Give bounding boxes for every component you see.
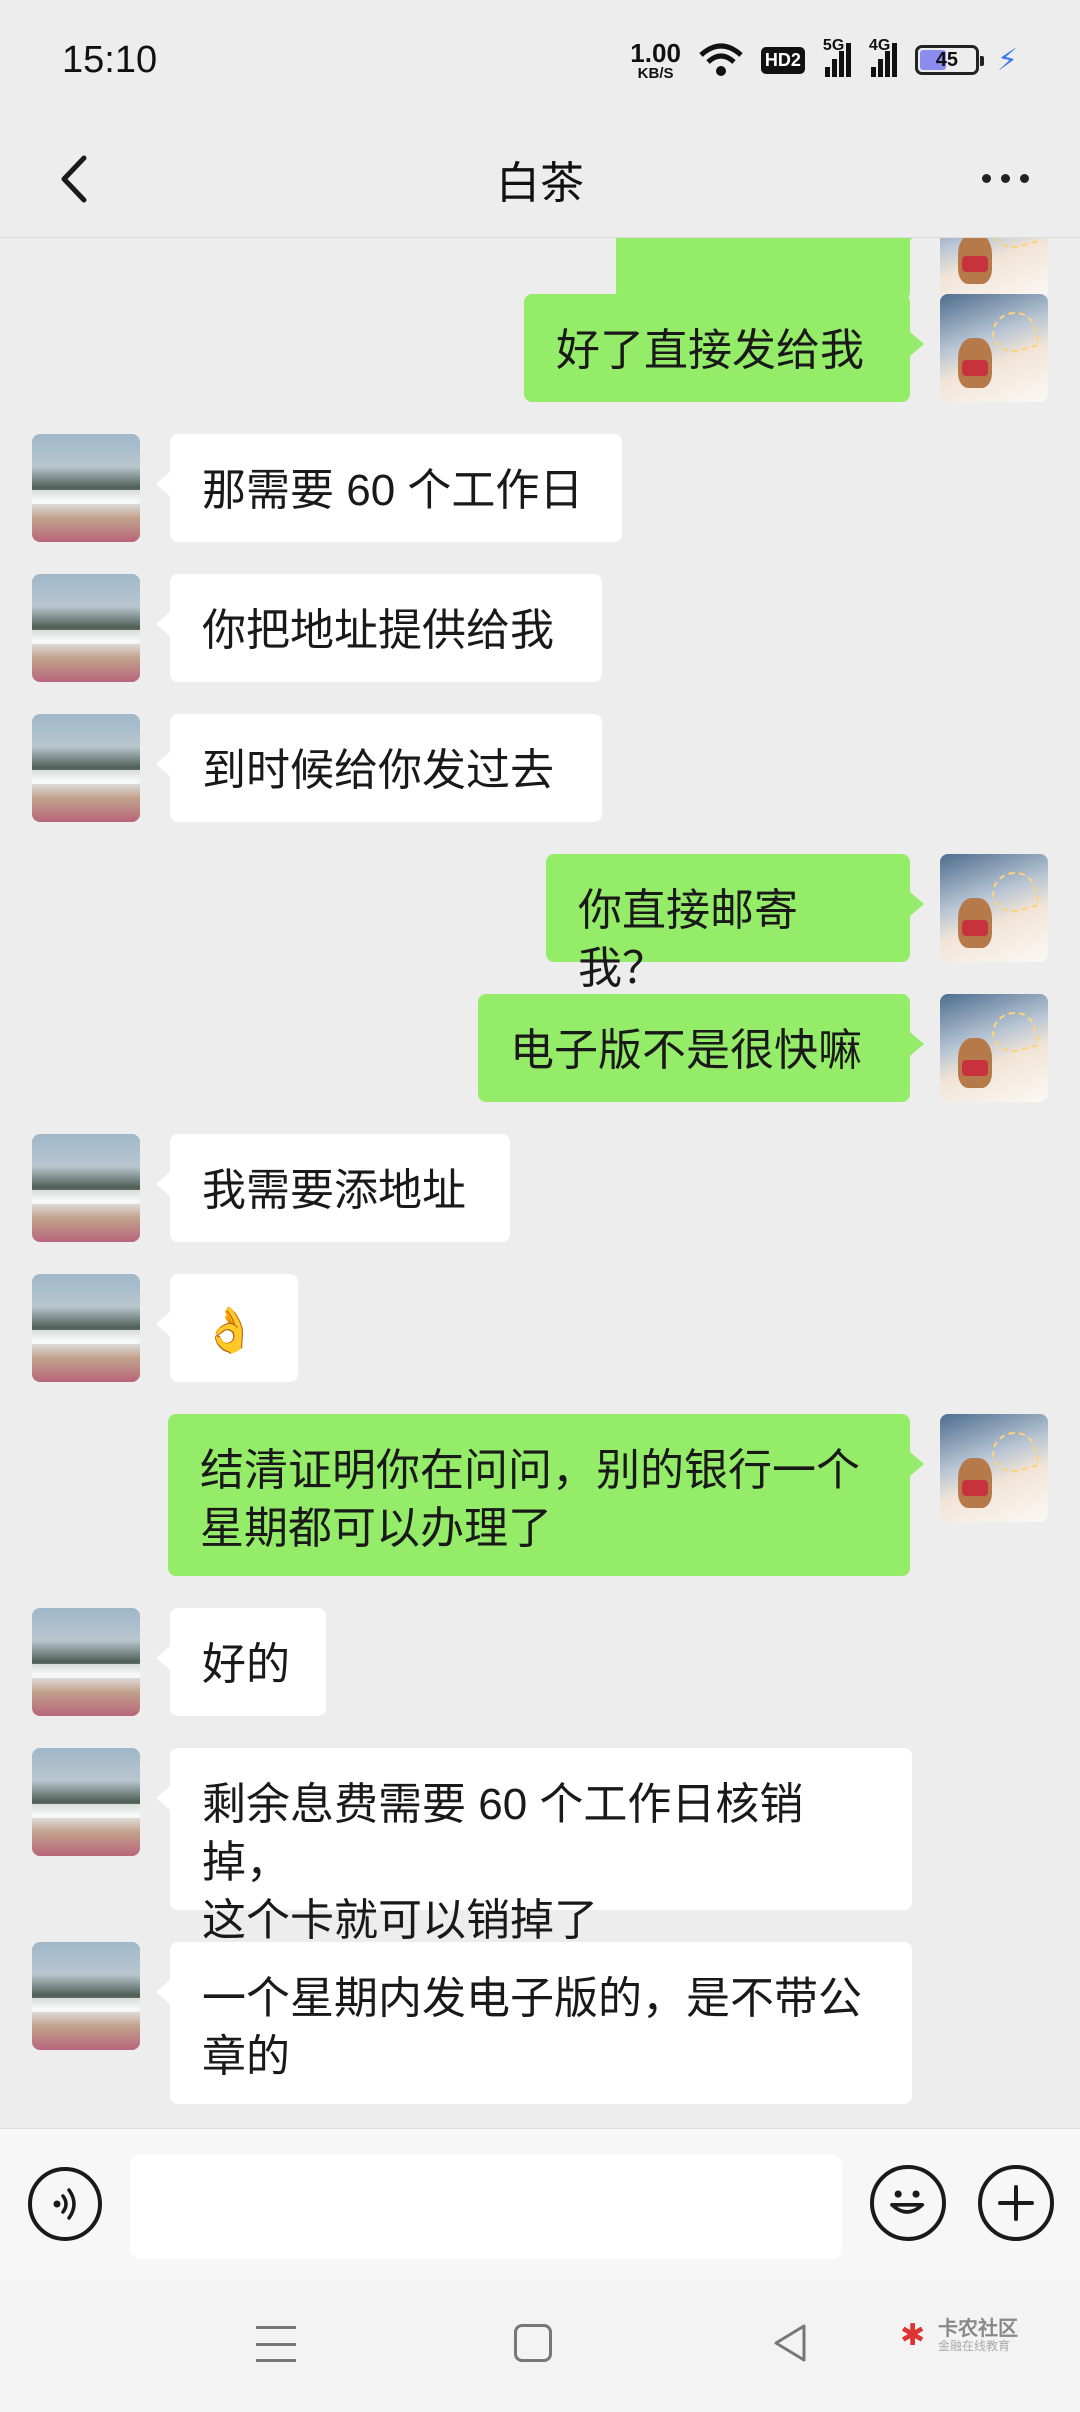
- my-avatar[interactable]: [940, 854, 1048, 962]
- voice-input-button[interactable]: [28, 2167, 102, 2241]
- hd-voice-icon: HD2: [760, 46, 805, 74]
- home-button[interactable]: [514, 2324, 552, 2362]
- more-functions-button[interactable]: [978, 2165, 1054, 2241]
- message-bubble-received[interactable]: 你把地址提供给我: [156, 574, 602, 682]
- message-bubble-sent[interactable]: [616, 238, 924, 300]
- message-bubble-received[interactable]: 剩余息费需要 60 个工作日核销掉， 这个卡就可以销掉了: [156, 1748, 912, 1945]
- message-bubble-received[interactable]: 👌: [156, 1274, 298, 1382]
- message-bubble-sent[interactable]: 你直接邮寄我？: [546, 854, 924, 993]
- recent-apps-button[interactable]: [256, 2326, 296, 2362]
- contact-avatar[interactable]: [32, 1942, 140, 2050]
- status-icons: 1.00 KB/S HD2 5G 4G 45 ⚡: [630, 37, 1018, 81]
- system-nav-bar: ✱ 卡农社区 金融在线教育: [0, 2280, 1080, 2412]
- input-bar: [0, 2128, 1080, 2280]
- voice-icon: [53, 2188, 76, 2220]
- nav-back-button[interactable]: [770, 2322, 810, 2364]
- contact-avatar[interactable]: [32, 434, 140, 542]
- contact-avatar[interactable]: [32, 1748, 140, 1856]
- signal-4g-label: 4G: [868, 37, 891, 54]
- contact-avatar[interactable]: [32, 1608, 140, 1716]
- my-avatar[interactable]: [940, 1414, 1048, 1522]
- more-options-icon[interactable]: [970, 150, 1040, 206]
- status-time: 15:10: [62, 38, 158, 81]
- network-speed: 1.00 KB/S: [630, 40, 681, 81]
- watermark-title: 卡农社区: [938, 2318, 1018, 2340]
- message-bubble-received[interactable]: 一个星期内发电子版的，是不带公 章的: [156, 1942, 912, 2104]
- battery-icon: 45: [914, 45, 984, 75]
- status-bar: 15:10 1.00 KB/S HD2 5G 4G 45 ⚡: [0, 0, 1080, 120]
- message-bubble-sent[interactable]: 电子版不是很快嘛: [478, 994, 924, 1102]
- chat-title[interactable]: 白茶: [496, 147, 584, 211]
- charging-icon: ⚡: [996, 43, 1018, 77]
- message-list[interactable]: 好了直接发给我 那需要 60 个工作日 你把地址提供给我 到时候给你发过去 你直…: [0, 238, 1080, 2128]
- signal-4g-icon: 4G: [869, 37, 897, 77]
- emoji-button[interactable]: [870, 2165, 946, 2241]
- back-arrow-icon[interactable]: [40, 144, 110, 214]
- message-bubble-received[interactable]: 我需要添地址: [156, 1134, 510, 1242]
- my-avatar[interactable]: [940, 994, 1048, 1102]
- signal-5g-icon: 5G: [823, 37, 851, 77]
- chat-header: 白茶: [0, 120, 1080, 238]
- contact-avatar[interactable]: [32, 1274, 140, 1382]
- message-bubble-sent[interactable]: 结清证明你在问问，别的银行一个 星期都可以办理了: [168, 1414, 924, 1576]
- contact-avatar[interactable]: [32, 574, 140, 682]
- message-bubble-sent[interactable]: 好了直接发给我: [524, 294, 924, 402]
- watermark-subtitle: 金融在线教育: [938, 2339, 1011, 2353]
- message-input[interactable]: [130, 2155, 842, 2259]
- contact-avatar[interactable]: [32, 1134, 140, 1242]
- message-bubble-received[interactable]: 那需要 60 个工作日: [156, 434, 622, 542]
- signal-5g-label: 5G: [822, 37, 845, 54]
- battery-level: 45: [935, 48, 959, 71]
- message-bubble-received[interactable]: 到时候给你发过去: [156, 714, 602, 822]
- network-speed-unit: KB/S: [637, 64, 674, 82]
- my-avatar[interactable]: [940, 294, 1048, 402]
- message-bubble-received[interactable]: 好的: [156, 1608, 326, 1716]
- my-avatar[interactable]: [940, 238, 1048, 298]
- wifi-icon: [699, 43, 743, 76]
- watermark: ✱ 卡农社区 金融在线教育: [900, 2318, 1018, 2353]
- network-speed-value: 1.00: [630, 37, 681, 68]
- contact-avatar[interactable]: [32, 714, 140, 822]
- watermark-logo-icon: ✱: [900, 2318, 926, 2352]
- plus-icon: [998, 2185, 1034, 2221]
